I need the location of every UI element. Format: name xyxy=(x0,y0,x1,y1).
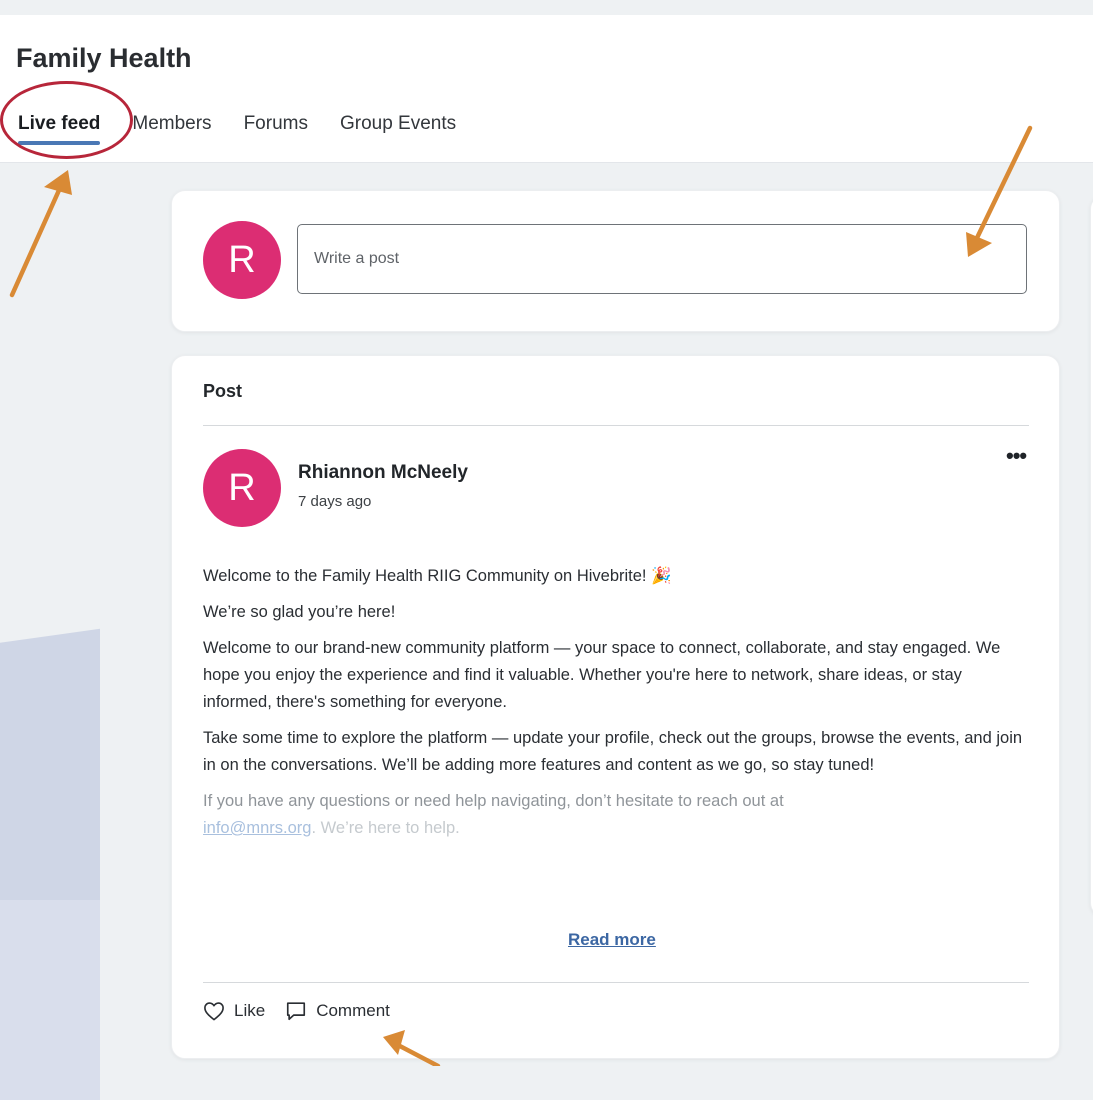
comment-label: Comment xyxy=(316,1001,390,1020)
post-actions: Like Comment xyxy=(203,1000,410,1022)
post-paragraph: Welcome to our brand-new community platf… xyxy=(203,639,1001,711)
author-avatar[interactable]: R xyxy=(203,449,281,527)
post-paragraph: Take some time to explore the platform —… xyxy=(203,729,1023,774)
write-post-input[interactable] xyxy=(297,224,1027,294)
tab-forums[interactable]: Forums xyxy=(244,113,308,135)
text-fade-overlay xyxy=(203,836,1033,886)
comment-icon xyxy=(287,1002,306,1021)
post-paragraph: Welcome to the Family Health RIIG Commun… xyxy=(203,567,672,585)
heart-icon xyxy=(204,1002,224,1021)
post-timestamp: 7 days ago xyxy=(298,493,372,510)
like-label: Like xyxy=(234,1001,266,1020)
post-body: Welcome to the Family Health RIIG Commun… xyxy=(203,563,1033,851)
post-paragraph-suffix: . We’re here to help. xyxy=(311,819,460,837)
post-paragraph: We’re so glad you’re here! xyxy=(203,603,396,621)
post-card: Post R Rhiannon McNeely 7 days ago ••• W… xyxy=(171,355,1060,1059)
group-title: Family Health xyxy=(16,43,192,73)
tab-group-events[interactable]: Group Events xyxy=(340,113,456,135)
arrow-icon xyxy=(9,185,63,298)
read-more-link[interactable]: Read more xyxy=(568,930,656,950)
post-composer: R xyxy=(171,190,1060,332)
divider xyxy=(203,982,1029,983)
avatar: R xyxy=(203,221,281,299)
tab-members[interactable]: Members xyxy=(132,113,211,135)
post-paragraph-text: If you have any questions or need help n… xyxy=(203,792,784,810)
more-options-icon[interactable]: ••• xyxy=(1006,443,1027,469)
like-button[interactable]: Like xyxy=(203,1001,265,1021)
author-name[interactable]: Rhiannon McNeely xyxy=(298,462,468,484)
arrow-icon xyxy=(44,170,72,195)
background-shape xyxy=(0,900,100,1100)
email-link[interactable]: info@mnrs.org xyxy=(203,819,311,837)
comment-button[interactable]: Comment xyxy=(285,1000,390,1022)
highlight-ring-annotation xyxy=(0,81,133,159)
divider xyxy=(203,425,1029,426)
group-header: Family Health Live feed Members Forums G… xyxy=(0,15,1093,163)
section-label: Post xyxy=(203,381,243,401)
post-paragraph: If you have any questions or need help n… xyxy=(203,788,1033,842)
